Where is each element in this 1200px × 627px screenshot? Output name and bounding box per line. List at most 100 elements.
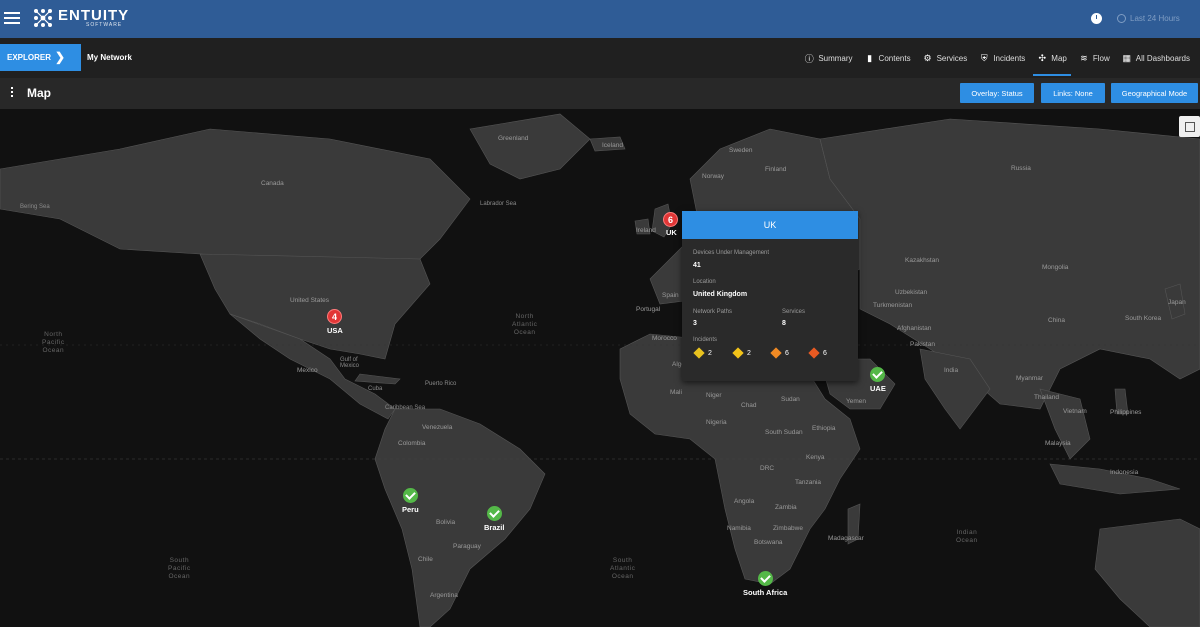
map-label: Turkmenistan [873, 302, 913, 309]
devices-label: Devices Under Management [693, 250, 770, 256]
tab-label: Incidents [993, 53, 1026, 63]
marker-label: South Africa [743, 588, 788, 597]
map-label: Angola [734, 498, 755, 505]
status-ok-icon [758, 571, 773, 586]
dashboards-icon: ▦ [1122, 52, 1131, 63]
ocean-label-south-atlantic: South Atlantic Ocean [610, 557, 636, 581]
tab-all-dashboards[interactable]: ▦ All Dashboards [1116, 38, 1196, 78]
explorer-label: EXPLORER [7, 53, 52, 62]
map-label: Portugal [636, 306, 661, 313]
map-label: Afghanistan [897, 325, 932, 332]
more-options-icon[interactable] [11, 87, 14, 99]
map-label: Paraguay [453, 543, 481, 550]
explorer-button[interactable]: EXPLORER ❯ [0, 44, 81, 71]
map-label: Zimbabwe [773, 525, 803, 532]
entuity-logo-icon [34, 9, 52, 27]
app-window: ENTUITY SOFTWARE Last 24 Hours EXPLORER … [0, 0, 1200, 627]
map-label: Mali [670, 389, 682, 396]
map-label: Norway [702, 173, 725, 180]
incidents-icon: ⛨ [980, 52, 988, 63]
overlay-status-button[interactable]: Overlay: Status [960, 83, 1034, 103]
tab-contents[interactable]: ▮ Contents [859, 38, 917, 78]
location-label: Location [693, 279, 716, 285]
chevron-right-icon: ❯ [54, 50, 65, 64]
incident-minor[interactable]: 2 [693, 347, 712, 359]
map-label: Thailand [1034, 394, 1059, 401]
map-label: Finland [765, 166, 787, 173]
map-label: Japan [1168, 299, 1186, 306]
incident-count: 2 [708, 349, 712, 357]
map-label: Labrador Sea [480, 201, 517, 207]
map-label: Mongolia [1042, 264, 1069, 271]
links-button[interactable]: Links: None [1041, 83, 1105, 103]
ocean-label-indian: Indian Ocean [956, 529, 978, 545]
map-label: Namibia [727, 525, 751, 532]
marker-label: UK [666, 228, 677, 237]
services-value: 8 [782, 320, 786, 327]
status-ok-icon [870, 367, 885, 382]
tab-flow[interactable]: ≋ Flow [1073, 38, 1116, 78]
status-badge: 4 [327, 309, 342, 324]
map-label: Tanzania [795, 479, 822, 486]
map-label: United States [290, 297, 330, 304]
map-label: Kazakhstan [905, 257, 939, 264]
geographical-mode-button[interactable]: Geographical Mode [1111, 83, 1198, 103]
map-label: Bering Sea [20, 204, 50, 210]
critical-severity-icon [808, 347, 820, 359]
location-value: United Kingdom [693, 291, 748, 298]
breadcrumb[interactable]: My Network [87, 53, 132, 62]
folder-icon: ▮ [867, 52, 873, 63]
map-header: Map Overlay: Status Links: None Geograph… [0, 78, 1200, 109]
map-label: Cuba [368, 386, 383, 392]
map-label: Sudan [781, 396, 800, 403]
incident-count: 2 [747, 349, 751, 357]
map-label: Puerto Rico [425, 381, 457, 387]
services-label: Services [782, 309, 806, 315]
tab-label: Map [1051, 53, 1067, 63]
view-tabs: ⓘ Summary ▮ Contents ⚙ Services ⛨ Incide… [798, 38, 1196, 78]
map-label: Morocco [652, 335, 677, 342]
incident-critical[interactable]: 6 [808, 347, 827, 359]
map-label: China [1048, 317, 1065, 324]
tab-map[interactable]: ✣ Map [1031, 38, 1073, 78]
incident-warning[interactable]: 2 [732, 347, 751, 359]
map-label: Russia [1011, 165, 1031, 172]
map-label: Niger [706, 392, 722, 399]
map-label: Argentina [430, 592, 458, 599]
incident-count: 6 [785, 349, 789, 357]
status-ok-icon [403, 488, 418, 503]
network-paths-value: 3 [693, 320, 697, 327]
incident-major[interactable]: 6 [770, 347, 789, 359]
map-label: Sweden [729, 147, 753, 154]
tab-incidents[interactable]: ⛨ Incidents [973, 38, 1031, 78]
map-label: Zambia [775, 504, 797, 511]
map-label: Ethiopia [812, 425, 836, 432]
location-popup: UK Devices Under Management 41 Location … [682, 211, 858, 381]
map-label: DRC [760, 465, 775, 472]
tab-summary[interactable]: ⓘ Summary [798, 38, 858, 78]
map-label: Venezuela [422, 424, 453, 431]
map-label: Malaysia [1045, 440, 1071, 447]
fullscreen-icon[interactable] [1179, 116, 1200, 137]
hamburger-menu-icon[interactable] [2, 9, 22, 29]
network-paths-label: Network Paths [693, 309, 733, 315]
devices-value: 41 [693, 262, 701, 269]
map-label: Indonesia [1110, 469, 1139, 476]
time-range-selector[interactable]: Last 24 Hours [1117, 14, 1180, 23]
info-icon: ⓘ [804, 53, 814, 64]
world-map[interactable]: North Pacific Ocean North Atlantic Ocean… [0, 109, 1200, 627]
map-label: Vietnam [1063, 408, 1087, 415]
tab-label: Services [936, 53, 968, 63]
page-title: Map [27, 86, 51, 100]
tab-label: Summary [818, 53, 853, 63]
tab-label: All Dashboards [1135, 53, 1190, 63]
status-ok-icon [487, 506, 502, 521]
map-label: Uzbekistan [895, 289, 928, 296]
marker-label: USA [327, 326, 343, 335]
map-label: Mexico [297, 367, 318, 374]
map-label: Pakistan [910, 341, 935, 348]
clock-icon[interactable] [1091, 13, 1102, 24]
minor-severity-icon [693, 347, 705, 359]
tab-services[interactable]: ⚙ Services [917, 38, 974, 78]
map-label: Philippines [1110, 409, 1142, 416]
